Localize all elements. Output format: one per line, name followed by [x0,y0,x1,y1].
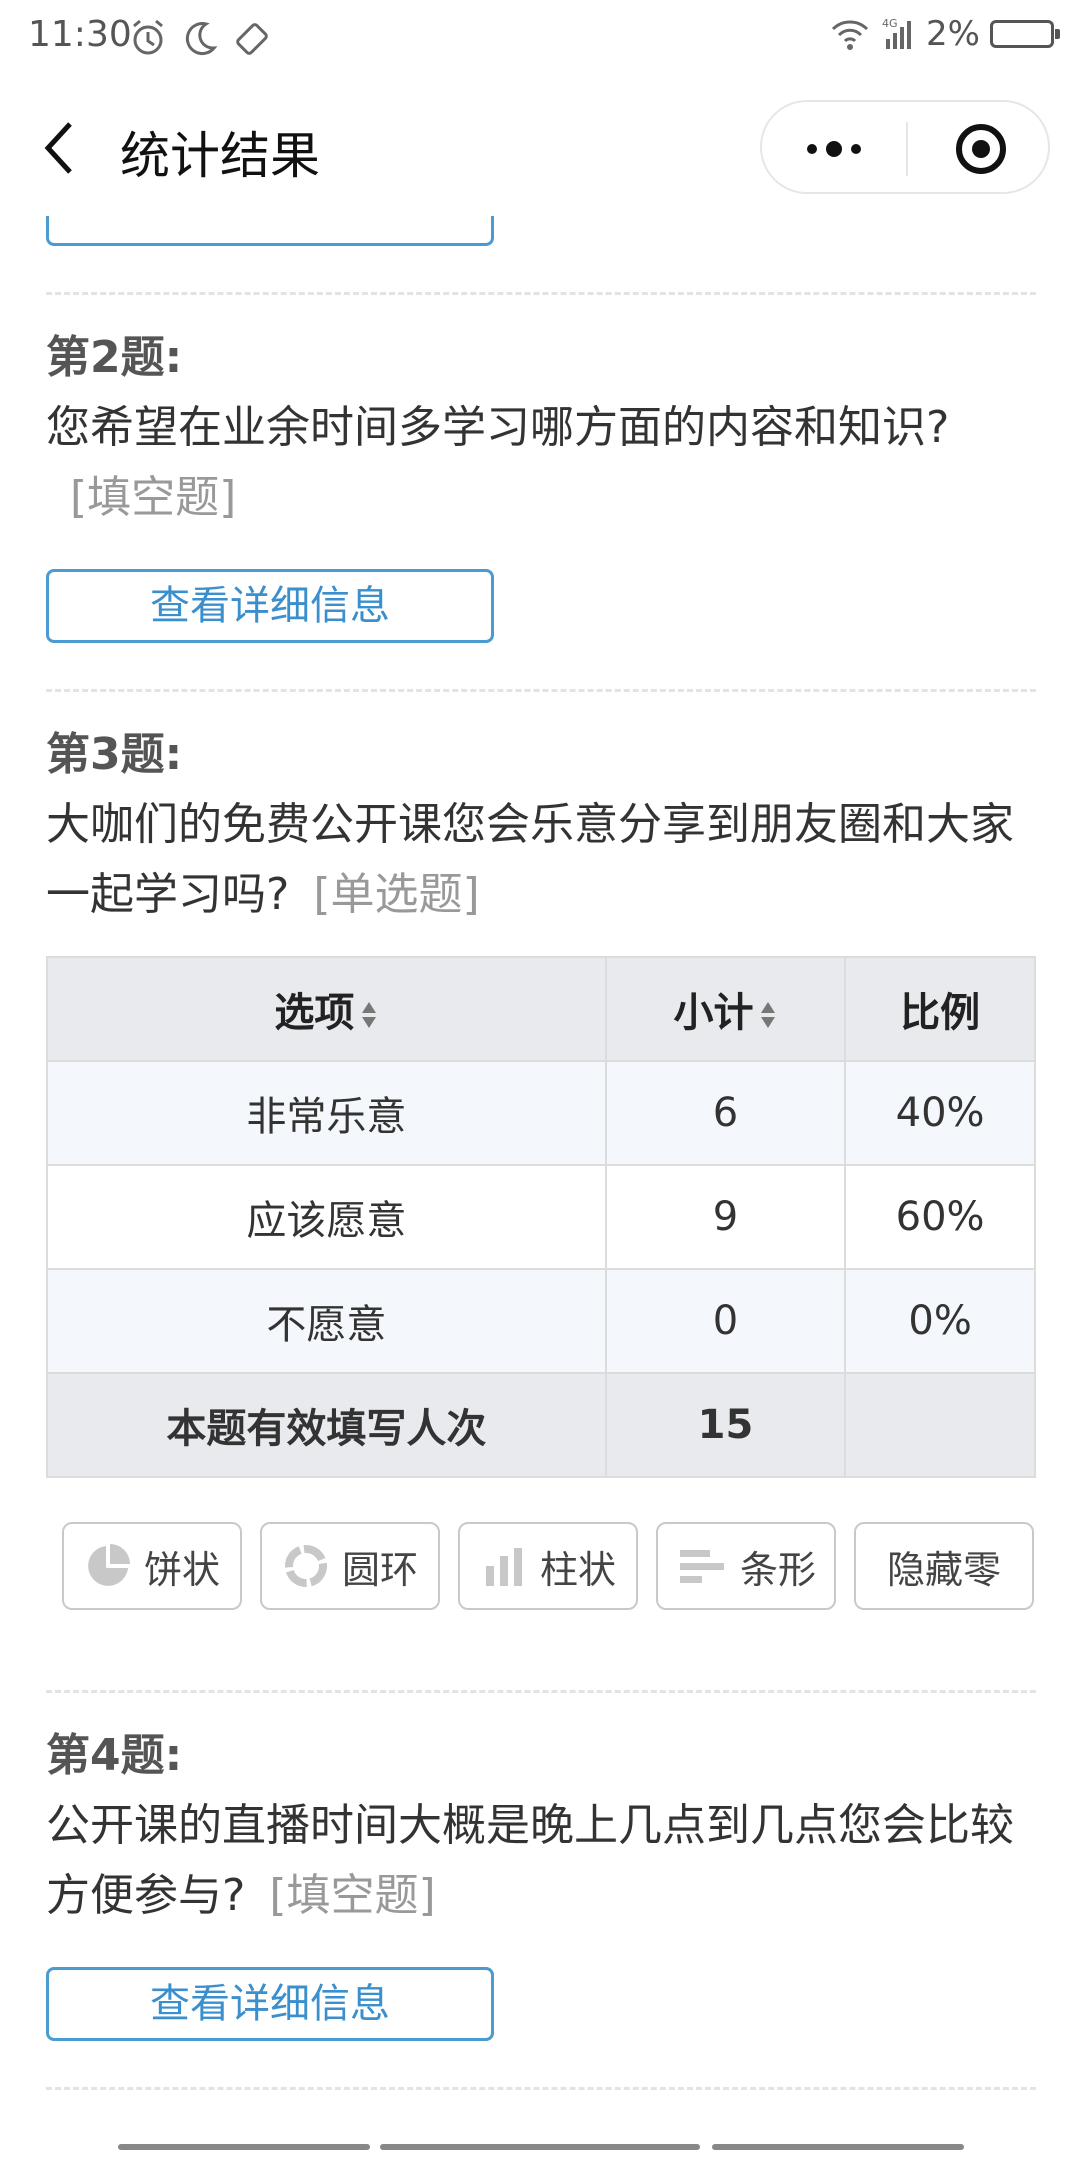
scroll-indicator [118,2144,370,2150]
column-header-option[interactable]: 选项 [46,956,607,1062]
column-header-ratio: 比例 [844,956,1036,1062]
table-row: 不愿意 0 0% [46,1268,1036,1374]
miniprogram-capsule [760,100,1050,194]
question-type: [填空题] [269,1870,436,1921]
view-details-button[interactable]: 查看详细信息 [46,1967,494,2041]
nav-bar: 统计结果 [0,80,1080,216]
scroll-indicator [712,2144,964,2150]
alarm-icon [133,19,163,55]
scroll-indicator [380,2144,700,2150]
result-table: 选项 小计 比例 非常乐意 6 40% 应该愿意 9 60% 不愿意 0 0% … [46,956,1036,1478]
pie-chart-button[interactable]: 饼状 [62,1522,242,1610]
ring-chart-icon [284,1545,327,1587]
vibrate-icon [236,23,268,55]
question-text: 公开课的直播时间大概是晚上几点到几点您会比较方便参与? [填空题] [46,1800,1014,1921]
battery-percent: 2% [926,14,980,54]
page-title: 统计结果 [120,127,320,185]
question-type: [填空题] [70,472,237,523]
status-bar: 11:30 4G 2% [0,0,1080,80]
clock: 11:30 [28,14,132,55]
question-number: 第4题: [46,1730,183,1781]
table-row: 非常乐意 6 40% [46,1060,1036,1166]
question-type: [单选题] [313,869,480,920]
table-total-row: 本题有效填写人次 15 [46,1372,1036,1478]
ring-chart-button[interactable]: 圆环 [260,1522,440,1610]
results-content: 第2题: 您希望在业余时间多学习哪方面的内容和知识? [填空题] 查看详细信息 … [46,216,1036,2090]
hide-zero-button[interactable]: 隐藏零 [854,1522,1034,1610]
view-details-button[interactable]: 查看详细信息 [46,569,494,643]
question-number: 第2题: [46,332,183,383]
close-miniprogram-icon[interactable] [952,120,1010,178]
signal-icon: 4G [882,17,912,49]
column-header-count[interactable]: 小计 [604,956,847,1062]
question-3: 第3题: 大咖们的免费公开课您会乐意分享到朋友圈和大家一起学习吗? [单选题] 选… [46,718,1036,1610]
table-row: 应该愿意 9 60% [46,1164,1036,1270]
more-icon[interactable] [802,127,866,171]
svg-text:4G: 4G [882,17,898,30]
column-chart-button[interactable]: 柱状 [458,1522,638,1610]
question-4: 第4题: 公开课的直播时间大概是晚上几点到几点您会比较方便参与? [填空题] 查看… [46,1719,1036,2041]
question-2: 第2题: 您希望在业余时间多学习哪方面的内容和知识? [填空题] 查看详细信息 [46,321,1036,643]
chart-type-buttons: 饼状 圆环 柱状 条形 隐藏零 [62,1522,1036,1610]
question-text: 大咖们的免费公开课您会乐意分享到朋友圈和大家一起学习吗? [单选题] [46,799,1014,920]
battery-icon [990,20,1060,48]
question-number: 第3题: [46,729,183,780]
sort-icon[interactable] [759,998,777,1032]
bar-chart-button[interactable]: 条形 [656,1522,836,1610]
sort-icon[interactable] [360,998,378,1032]
pie-chart-icon [88,1544,130,1586]
wifi-icon [831,20,869,50]
column-chart-icon [485,1548,522,1586]
moon-icon [185,22,218,56]
bar-chart-icon [679,1550,724,1583]
question-text: 您希望在业余时间多学习哪方面的内容和知识? [填空题] [46,402,950,523]
table-header: 选项 小计 比例 [46,956,1036,1062]
back-arrow-icon[interactable] [40,118,80,178]
